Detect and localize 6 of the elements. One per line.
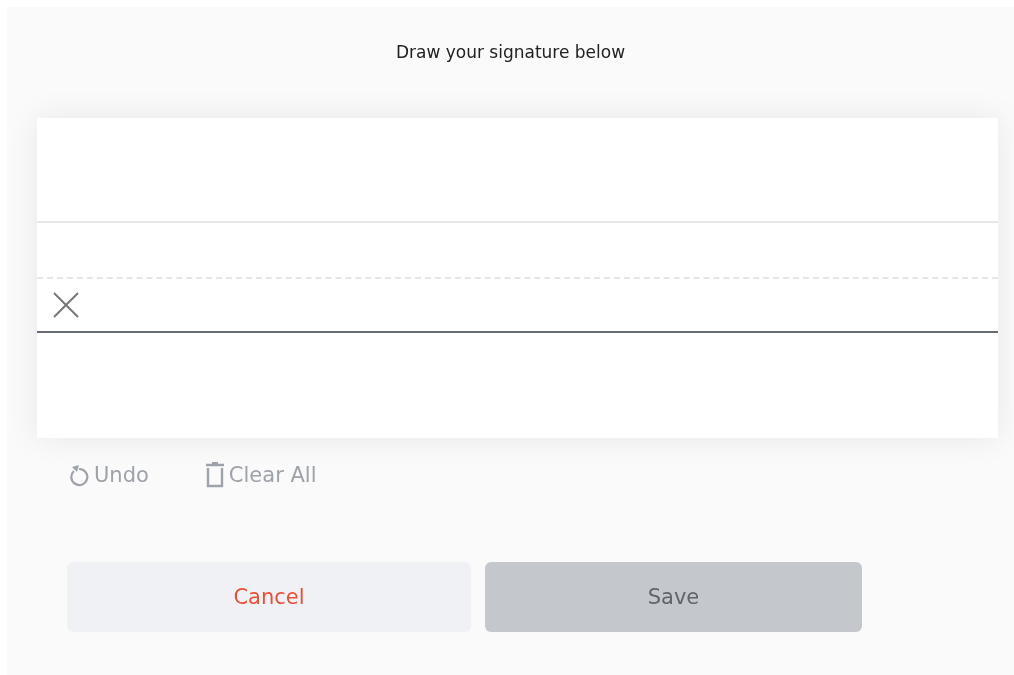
signature-pad[interactable] xyxy=(37,118,998,438)
trash-icon xyxy=(204,462,225,488)
undo-icon xyxy=(68,463,90,487)
dialog-title: Draw your signature below xyxy=(395,41,626,64)
cancel-button[interactable]: Cancel xyxy=(67,562,471,632)
x-mark-icon xyxy=(52,291,80,319)
